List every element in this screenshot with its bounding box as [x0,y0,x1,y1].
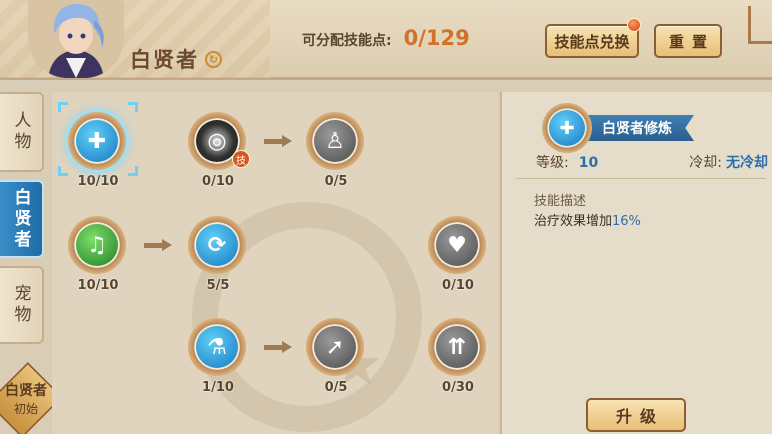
cooldown-label: 冷却: [689,155,722,171]
arrow-right-icon [264,341,294,353]
potion-tube-icon: ⚗ [196,326,238,368]
points-value: 0/129 [403,26,470,50]
class-title: 白贤者 ↻ [130,44,222,74]
notification-dot-icon [627,18,641,32]
skill-detail-panel: ✚ 白贤者修炼 等级: 10 冷却: 无冷却 技能描述 治疗效果增加16% [500,92,772,434]
blue-cycle-icon: ⟳ [196,224,238,266]
swap-icon[interactable]: ↻ [205,50,222,68]
class-badge[interactable]: 白贤者 初始 [0,380,52,417]
description-body: 治疗效果增加 [534,214,613,229]
skill-level-count: 10/10 [77,174,119,189]
skill-node[interactable]: ♥ 0/10 [428,216,488,293]
white-sage-drop-icon: ✚ [76,120,118,162]
detail-header: ✚ 白贤者修炼 [542,100,694,156]
skill-node[interactable]: ♙ 0/5 [306,112,366,189]
tab-class[interactable]: 白贤者 [0,180,44,258]
badge-sub-label: 初始 [13,402,38,416]
priest-figure-icon: ♙ [314,120,356,162]
skill-level-count: 10/10 [77,278,119,293]
upgrade-button[interactable]: 升级 [586,398,686,432]
tab-character[interactable]: 人物 [0,92,44,172]
skill-ring: ✚ [68,112,126,170]
class-name: 白贤者 [130,48,199,72]
heart-plus-icon: ♥ [436,224,478,266]
heal-arrow-icon: ➚ [314,326,356,368]
corner-decoration [748,6,772,44]
skill-ring: ✚ [542,103,592,153]
skill-node[interactable]: ◎ 技 0/10 [188,112,250,189]
skill-level-count: 0/10 [202,174,234,189]
skill-ring: ♥ [428,216,486,274]
skill-level-count: 1/10 [202,380,234,395]
level-stat: 等级: 10 [536,152,598,172]
description-value: 16% [612,214,641,229]
selection-corner [58,166,68,176]
active-skill-tag: 技 [232,150,250,168]
cooldown-value: 无冷却 [726,155,768,171]
skill-level-count: 0/10 [442,278,474,293]
top-header: 白贤者 ↻ 可分配技能点: 0/129 技能点兑换 重置 [0,0,772,80]
skill-ring: ♫ [68,216,126,274]
skill-level-count: 0/30 [442,380,474,395]
arrow-right-icon [144,239,174,251]
triple-arrow-icon: ⇈ [436,326,478,368]
level-label: 等级: [536,155,569,171]
exchange-points-button[interactable]: 技能点兑换 [545,24,639,58]
skill-node[interactable]: ➚ 0/5 [306,318,366,395]
badge-main-label: 白贤者 [5,383,47,399]
selection-corner [58,102,68,112]
description-text: 治疗效果增加16% [534,210,641,229]
tab-pet[interactable]: 宠物 [0,266,44,344]
skill-node[interactable]: ♫ 10/10 [68,216,128,293]
skill-points: 可分配技能点: 0/129 [302,26,470,50]
skill-ring: ➚ [306,318,364,376]
skill-node[interactable]: ⚗ 1/10 [188,318,248,395]
skill-node[interactable]: ⟳ 5/5 [188,216,248,293]
selection-corner [128,166,138,176]
selection-corner [128,102,138,112]
skill-ring: ◎ 技 [188,112,250,170]
tab-label: 宠物 [10,284,31,326]
points-label: 可分配技能点: [302,33,392,49]
skill-ring: ⚗ [188,318,246,376]
skill-ring: ⇈ [428,318,486,376]
character-avatar [28,0,124,78]
skill-level-count: 5/5 [206,278,230,293]
cooldown-stat: 冷却: 无冷却 [689,152,768,172]
skill-name-ribbon: 白贤者修炼 [584,115,694,141]
tab-label: 白贤者 [10,187,31,251]
skill-node[interactable]: ⇈ 0/30 [428,318,488,395]
level-value: 10 [578,155,599,171]
skill-stats: 等级: 10 冷却: 无冷却 [536,152,768,172]
reset-button[interactable]: 重置 [654,24,722,58]
skill-level-count: 0/5 [324,380,348,395]
arrow-right-icon [264,135,294,147]
skill-node-selected[interactable]: ✚ 10/10 [58,102,138,189]
white-sage-drop-icon: ✚ [549,110,585,146]
green-aura-icon: ♫ [76,224,118,266]
skill-ring: ♙ [306,112,364,170]
skill-level-count: 0/5 [324,174,348,189]
divider [516,178,766,179]
description-title: 技能描述 [534,194,587,209]
skill-ring: ⟳ [188,216,246,274]
tab-label: 人物 [10,111,31,153]
